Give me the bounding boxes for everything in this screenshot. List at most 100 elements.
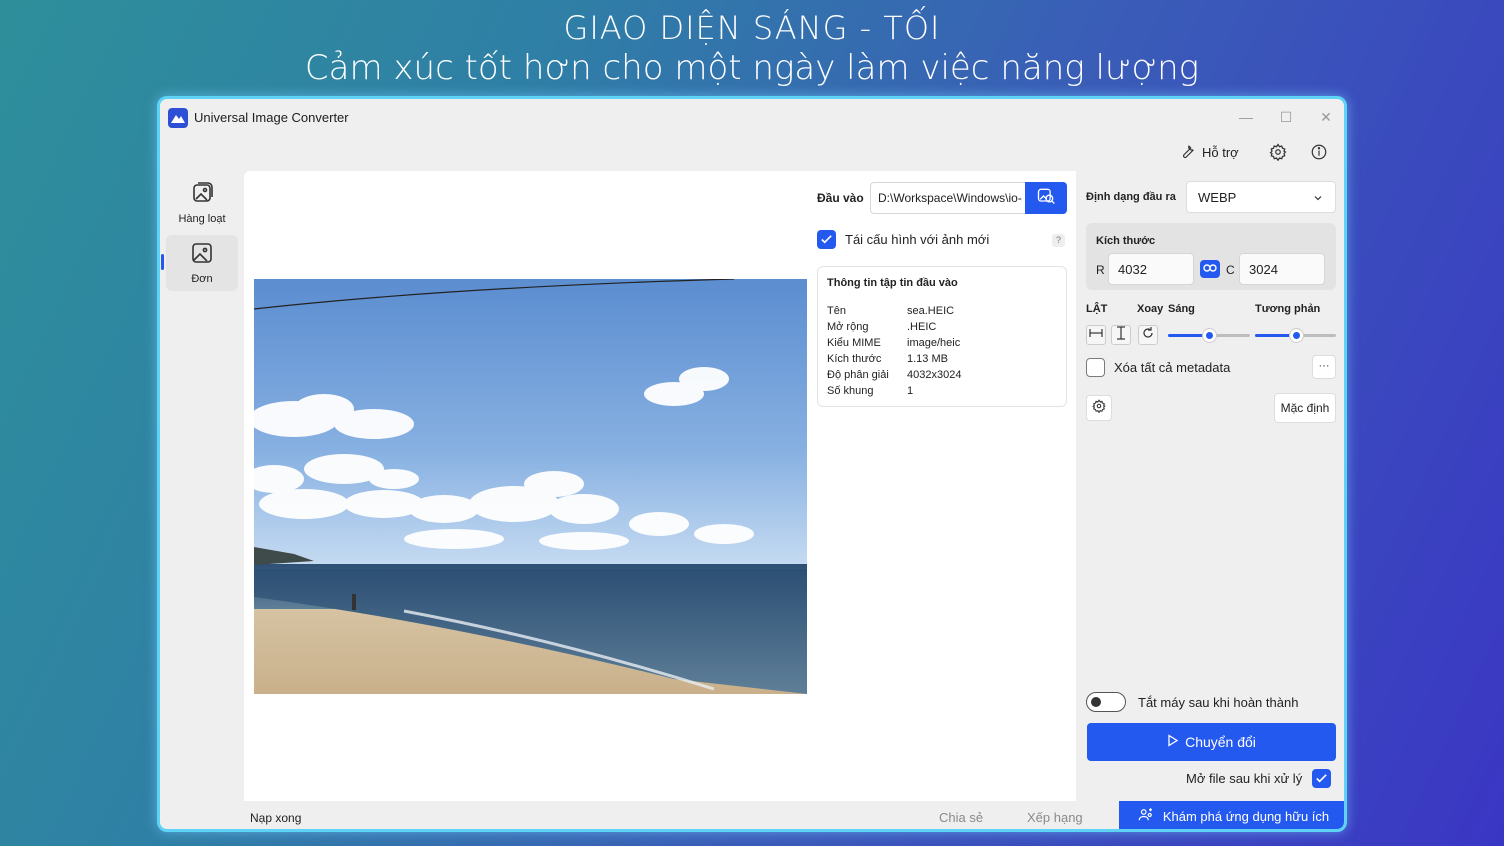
open-after-option[interactable]: Mở file sau khi xử lý — [1186, 769, 1332, 788]
images-icon — [190, 181, 214, 210]
shutdown-label: Tắt máy sau khi hoàn thành — [1138, 694, 1299, 710]
info-key: Kích thước — [827, 353, 882, 365]
maximize-button[interactable]: ☐ — [1266, 105, 1306, 129]
sparkle-people-icon — [1137, 806, 1155, 827]
reconfigure-checkbox[interactable] — [817, 230, 836, 249]
sidebar-item-label: Hàng loạt — [178, 213, 226, 225]
promo-banner: GIAO DIỆN SÁNG - TỐI Cảm xúc tốt hơn cho… — [0, 8, 1504, 88]
sidebar: Hàng loạt Đơn — [161, 175, 238, 295]
minimize-button[interactable]: — — [1226, 105, 1266, 129]
help-icon[interactable]: ? — [1052, 234, 1065, 247]
info-row: Kích thước 1.13 MB — [827, 351, 1057, 367]
convert-button[interactable]: Chuyển đổi — [1087, 723, 1336, 761]
input-path-field[interactable]: D:\Workspace\Windows\io- — [870, 182, 1026, 214]
size-label: Kích thước — [1096, 235, 1156, 247]
advanced-settings-button[interactable] — [1086, 395, 1112, 421]
info-value: .HEIC — [907, 321, 937, 333]
info-value: 1.13 MB — [907, 353, 948, 365]
image-icon — [190, 241, 214, 270]
wrench-icon — [1178, 142, 1196, 163]
output-format-value: WEBP — [1198, 190, 1237, 205]
remove-metadata-option[interactable]: Xóa tất cả metadata — [1086, 358, 1230, 377]
info-row: Độ phân giải 4032x3024 — [827, 367, 1057, 383]
settings-panel: Định dạng đầu ra WEBP Kích thước R 4032 … — [1078, 171, 1344, 801]
brightness-slider[interactable] — [1168, 328, 1250, 343]
shutdown-toggle[interactable] — [1086, 692, 1126, 712]
rate-link[interactable]: Xếp hạng — [1027, 810, 1083, 825]
info-key: Tên — [827, 305, 846, 317]
sidebar-item-batch[interactable]: Hàng loạt — [166, 175, 238, 231]
shutdown-option[interactable]: Tắt máy sau khi hoàn thành — [1086, 692, 1298, 712]
reconfigure-label: Tái cấu hình với ảnh mới — [845, 232, 990, 247]
convert-label: Chuyển đổi — [1185, 734, 1256, 750]
remove-metadata-checkbox[interactable] — [1086, 358, 1105, 377]
remove-metadata-label: Xóa tất cả metadata — [1114, 360, 1231, 375]
info-value: image/heic — [907, 337, 961, 349]
info-row: Kiểu MIME image/heic — [827, 335, 1057, 351]
open-after-label: Mở file sau khi xử lý — [1186, 771, 1303, 786]
file-info-title: Thông tin tập tin đầu vào — [827, 277, 958, 289]
explore-label: Khám phá ứng dụng hữu ích — [1162, 808, 1330, 824]
app-window: Universal Image Converter — ☐ ✕ Hỗ trợ H… — [157, 96, 1347, 832]
banner-subtitle: Cảm xúc tốt hơn cho một ngày làm việc nă… — [304, 48, 1200, 88]
info-key: Kiểu MIME — [827, 337, 881, 349]
info-key: Độ phân giải — [827, 369, 889, 381]
height-input[interactable]: 3024 — [1239, 253, 1325, 285]
brightness-label: Sáng — [1168, 303, 1195, 315]
chevron-down-icon — [1313, 191, 1323, 206]
gear-icon — [1269, 142, 1287, 166]
browse-button[interactable] — [1025, 182, 1067, 214]
info-row: Tên sea.HEIC — [827, 303, 1057, 319]
rotate-button[interactable] — [1138, 325, 1158, 345]
settings-button[interactable] — [1265, 141, 1291, 167]
reconfigure-option[interactable]: Tái cấu hình với ảnh mới — [817, 230, 989, 249]
help-label: Hỗ trợ — [1202, 145, 1239, 160]
sidebar-item-label: Đơn — [191, 273, 213, 285]
status-bar: Nạp xong Chia sẻ Xếp hạng Khám phá ứng d… — [160, 801, 1344, 829]
flip-label: LẬT — [1086, 303, 1108, 315]
flip-horizontal-icon — [1089, 326, 1103, 345]
link-aspect-button[interactable] — [1200, 260, 1220, 278]
top-toolbar: Hỗ trợ — [160, 137, 1344, 169]
size-section: Kích thước R 4032 C 3024 — [1086, 223, 1336, 290]
info-key: Mở rộng — [827, 321, 869, 333]
brightness-slider-knob[interactable] — [1202, 328, 1217, 343]
app-logo-icon — [168, 108, 188, 128]
rotate-icon — [1141, 326, 1155, 345]
more-options-button[interactable]: ··· — [1312, 355, 1336, 379]
contrast-slider[interactable] — [1255, 328, 1336, 343]
height-prefix: C — [1226, 263, 1235, 277]
info-row: Mở rộng .HEIC — [827, 319, 1057, 335]
default-button[interactable]: Mặc định — [1274, 393, 1336, 423]
title-bar: Universal Image Converter — ☐ ✕ — [160, 99, 1344, 137]
output-format-select[interactable]: WEBP — [1186, 181, 1336, 213]
gear-icon — [1092, 398, 1106, 418]
file-info-card: Thông tin tập tin đầu vào Tên sea.HEIC Mở… — [817, 266, 1067, 407]
close-button[interactable]: ✕ — [1306, 105, 1344, 129]
sidebar-item-single[interactable]: Đơn — [161, 235, 238, 291]
input-label: Đầu vào — [817, 191, 864, 205]
info-key: Số khung — [827, 385, 874, 397]
info-icon — [1310, 143, 1328, 166]
browse-image-icon — [1036, 186, 1056, 211]
info-value: 4032x3024 — [907, 369, 962, 381]
output-format-label: Định dạng đầu ra — [1086, 191, 1176, 203]
image-preview — [254, 279, 807, 694]
share-link[interactable]: Chia sẻ — [939, 810, 983, 825]
contrast-slider-knob[interactable] — [1288, 328, 1304, 343]
flip-horizontal-button[interactable] — [1086, 325, 1106, 345]
help-button[interactable]: Hỗ trợ — [1178, 142, 1239, 163]
info-value: sea.HEIC — [907, 305, 955, 317]
play-icon — [1167, 734, 1179, 750]
width-prefix: R — [1096, 263, 1105, 277]
about-button[interactable] — [1306, 141, 1332, 167]
width-input[interactable]: 4032 — [1108, 253, 1194, 285]
link-icon — [1203, 260, 1217, 278]
flip-vertical-button[interactable] — [1111, 325, 1131, 345]
status-text: Nạp xong — [250, 811, 302, 825]
info-row: Số khung 1 — [827, 383, 1057, 399]
banner-title: GIAO DIỆN SÁNG - TỐI — [563, 9, 941, 47]
open-after-checkbox[interactable] — [1312, 769, 1332, 788]
flip-vertical-icon — [1114, 325, 1128, 345]
explore-apps-button[interactable]: Khám phá ứng dụng hữu ích — [1119, 801, 1344, 829]
